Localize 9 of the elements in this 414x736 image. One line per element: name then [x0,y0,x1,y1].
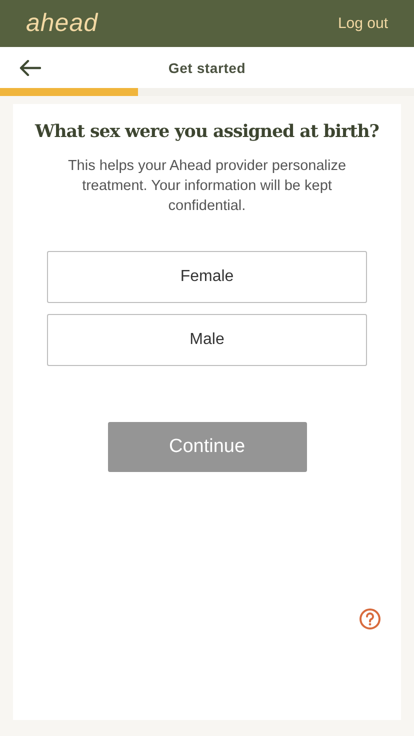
logo[interactable]: ahead [26,9,98,38]
help-icon[interactable] [359,608,381,630]
question-description: This helps your Ahead provider personalize treatment. Your information will be kept confidential. [66,157,348,216]
option-button[interactable]: Female [47,251,367,303]
page-title: Get started [167,60,247,76]
option-button[interactable]: Male [47,314,367,366]
question-title: What sex were you assigned at birth? [35,122,379,142]
back-arrow-icon[interactable] [19,60,41,76]
logout-link[interactable]: Log out [338,15,388,32]
